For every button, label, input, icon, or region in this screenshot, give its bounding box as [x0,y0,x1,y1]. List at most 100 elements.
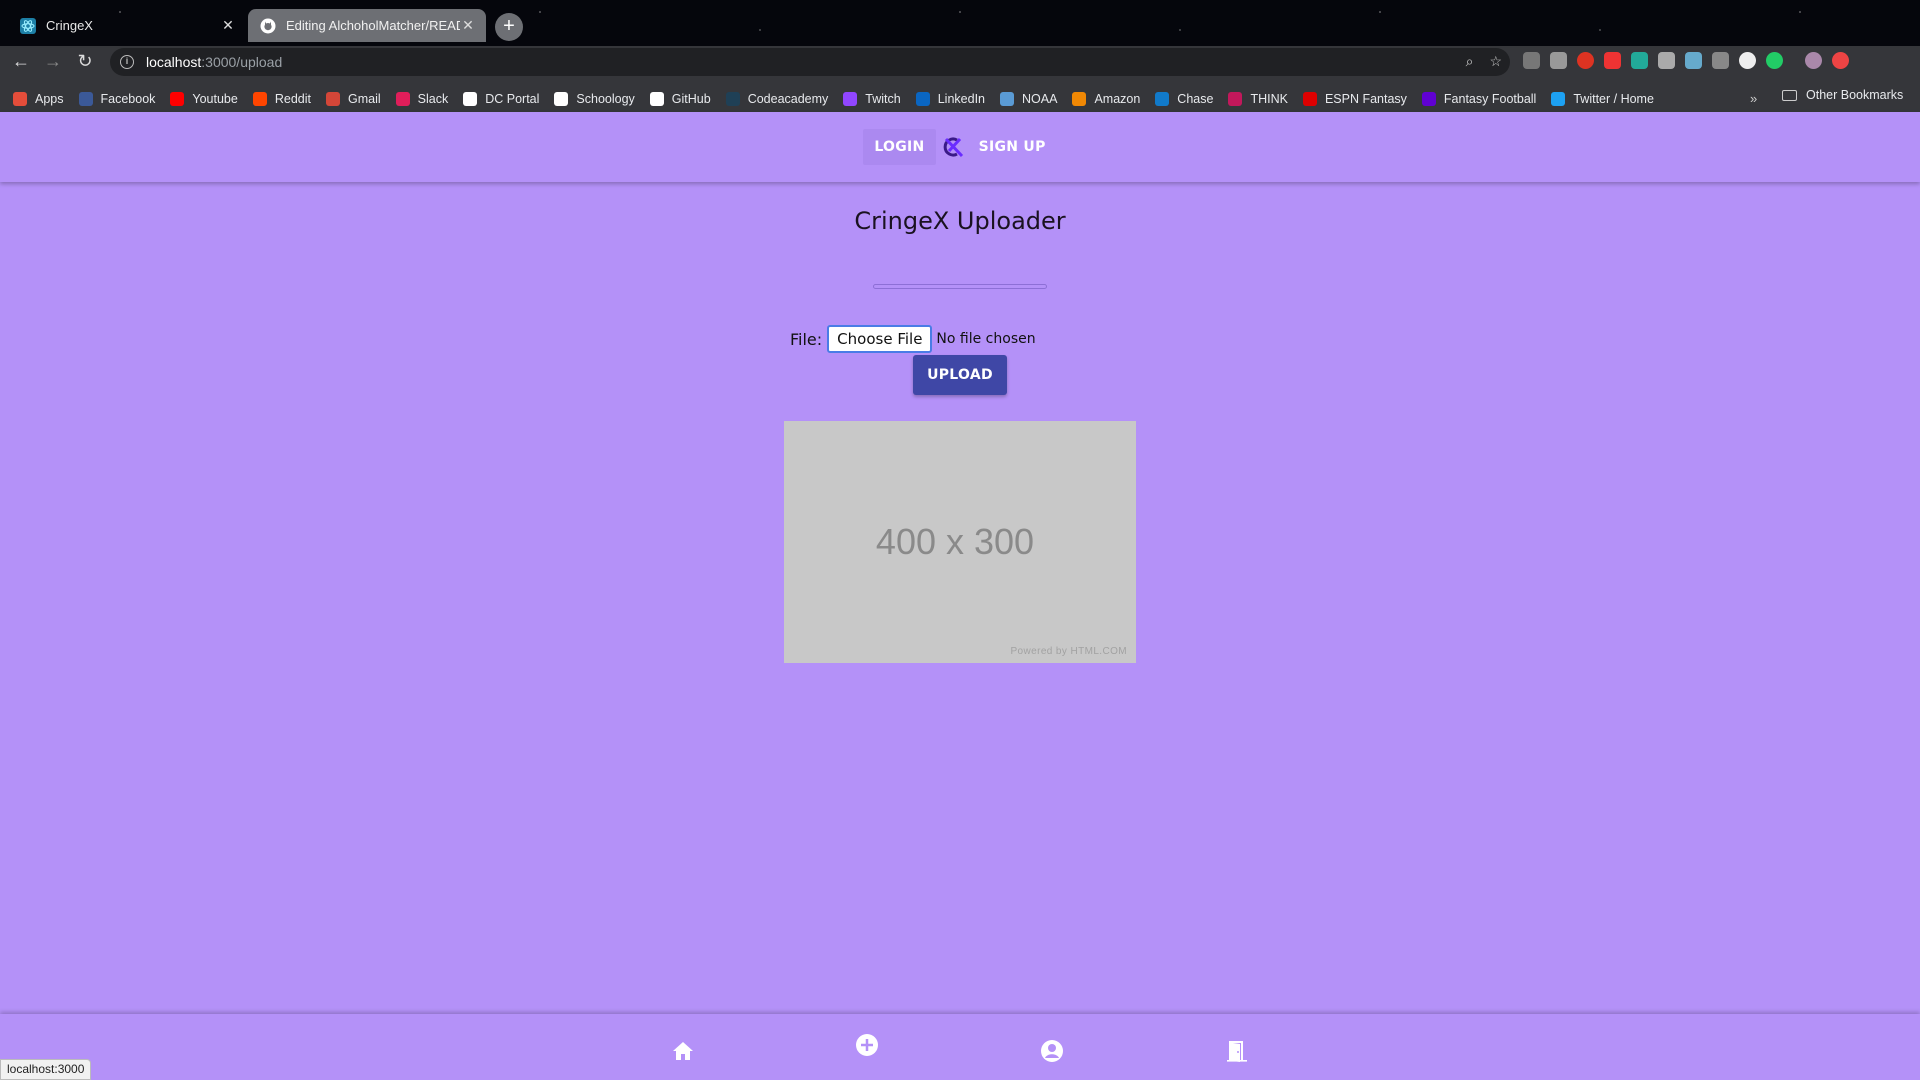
bookmark-label: NOAA [1022,92,1058,106]
close-tab-icon[interactable]: ✕ [220,17,236,34]
bookmark-label: Codeacademy [747,92,829,106]
cringex-logo-icon[interactable] [938,133,966,161]
bookmark-item[interactable]: Chase [1155,92,1213,106]
bookmark-favicon-icon [13,92,27,106]
login-button[interactable]: LOGIN [863,129,936,165]
bookmark-item[interactable]: ESPN Fantasy [1302,92,1407,106]
file-label: File: [790,329,823,349]
extensions-area [1523,52,1849,69]
profile-avatar[interactable] [1805,52,1822,69]
tab-title: CringeX [46,18,93,33]
add-circle-icon[interactable] [852,1030,882,1060]
bookmark-item[interactable]: Twitter / Home [1551,92,1654,106]
bookmark-favicon-icon [78,92,93,106]
bookmark-item[interactable]: Schoology [554,92,635,106]
extension-icon[interactable] [1577,52,1594,69]
bookmark-item[interactable]: Codeacademy [725,92,829,106]
bookmark-label: Amazon [1094,92,1141,106]
zoom-icon[interactable]: ⌕ [1466,53,1474,70]
reload-icon[interactable]: ↻ [74,50,96,72]
bookmark-label: THINK [1250,92,1288,106]
bookmark-favicon-icon [1302,92,1317,106]
signup-button[interactable]: SIGN UP [968,129,1057,165]
bookmark-item[interactable]: DC Portal [463,92,539,106]
bookmark-item[interactable]: Slack [395,92,449,106]
bookmark-favicon-icon [1072,92,1087,106]
update-icon[interactable] [1832,52,1849,69]
bookmark-item[interactable]: Reddit [252,92,311,106]
bookmark-item[interactable]: Youtube [170,92,238,106]
extension-icon[interactable] [1631,52,1648,69]
folder-icon [1782,89,1797,101]
tab-title: Editing AlchoholMatcher/READ [286,18,460,33]
bookmark-item[interactable]: NOAA [1000,92,1057,106]
home-icon[interactable] [668,1036,698,1066]
bookmark-favicon-icon [649,92,664,106]
bookmark-favicon-icon [1551,92,1566,106]
new-tab-button[interactable]: + [495,13,523,41]
site-info-icon[interactable]: i [120,55,134,69]
bookmark-label: Reddit [274,92,311,106]
other-bookmarks-label: Other Bookmarks [1806,88,1904,102]
tab-github-editing[interactable]: Editing AlchoholMatcher/READ ✕ [248,9,486,42]
bottom-navigation [0,1014,1920,1080]
bookmark-label: Twitter / Home [1573,92,1654,106]
extension-icon[interactable] [1604,52,1621,69]
tab-cringex[interactable]: CringeX ✕ [8,9,246,42]
bookmark-label: DC Portal [485,92,540,106]
bookmark-item[interactable]: Facebook [78,92,156,106]
bookmark-star-icon[interactable]: ☆ [1489,53,1502,70]
account-circle-icon[interactable] [1037,1036,1067,1066]
extension-icon[interactable] [1550,52,1567,69]
bookmark-favicon-icon [1228,92,1243,106]
extension-icon[interactable] [1712,52,1729,69]
upload-button[interactable]: UPLOAD [913,355,1007,395]
github-icon [260,18,276,34]
bookmark-label: Slack [417,92,449,106]
bookmark-item[interactable]: LinkedIn [915,92,985,106]
logout-door-icon[interactable] [1222,1036,1252,1066]
bookmark-favicon-icon [252,92,267,106]
bookmark-item[interactable]: Apps [13,92,64,106]
app-header: LOGIN SIGN UP [0,112,1920,182]
other-bookmarks[interactable]: Other Bookmarks [1782,85,1903,105]
bookmark-favicon-icon [725,92,740,106]
bookmark-favicon-icon [1421,92,1436,106]
extension-icon[interactable] [1658,52,1675,69]
bookmark-favicon-icon [915,92,930,106]
placeholder-credit: Powered by HTML.COM [1010,646,1127,657]
extension-icon[interactable] [1523,52,1540,69]
choose-file-button[interactable]: Choose File [827,325,933,353]
bookmark-favicon-icon [170,92,185,106]
bookmark-favicon-icon [325,92,340,106]
url-path: :3000/upload [201,54,283,70]
bookmark-item[interactable]: Twitch [843,92,901,106]
bookmark-item[interactable]: Fantasy Football [1421,92,1537,106]
extension-icon[interactable] [1685,52,1702,69]
bookmarks-overflow-icon[interactable]: » [1750,91,1757,106]
bookmarks-bar: Apps Facebook Youtube Reddit Gmail Slack DC Po… [0,84,1920,114]
image-preview-placeholder: 400 x 300 Powered by HTML.COM [784,421,1136,663]
address-bar[interactable]: i localhost:3000/upload ⌕ ☆ [110,48,1510,76]
bookmark-favicon-icon [463,92,478,106]
extension-icon[interactable] [1766,52,1783,69]
react-icon [20,17,36,34]
bookmark-item[interactable]: GitHub [649,92,711,106]
bookmark-label: Apps [35,92,64,106]
upload-progress-bar [873,284,1047,289]
bookmark-label: Gmail [347,92,381,106]
bookmark-item[interactable]: Gmail [325,92,381,106]
close-tab-icon[interactable]: ✕ [460,17,476,34]
bookmark-item[interactable]: THINK [1228,92,1288,106]
forward-icon[interactable]: → [42,50,64,72]
bookmark-label: Youtube [192,92,238,106]
bookmark-favicon-icon [395,92,410,106]
back-icon[interactable]: ← [10,50,32,72]
bookmark-item[interactable]: Amazon [1072,92,1140,106]
bookmark-favicon-icon [1155,92,1170,106]
bookmark-label: Facebook [100,92,156,106]
bookmark-label: Fantasy Football [1443,92,1537,106]
extension-icon[interactable] [1739,52,1756,69]
bookmark-label: ESPN Fantasy [1324,92,1407,106]
page-title: CringeX Uploader [854,207,1066,235]
